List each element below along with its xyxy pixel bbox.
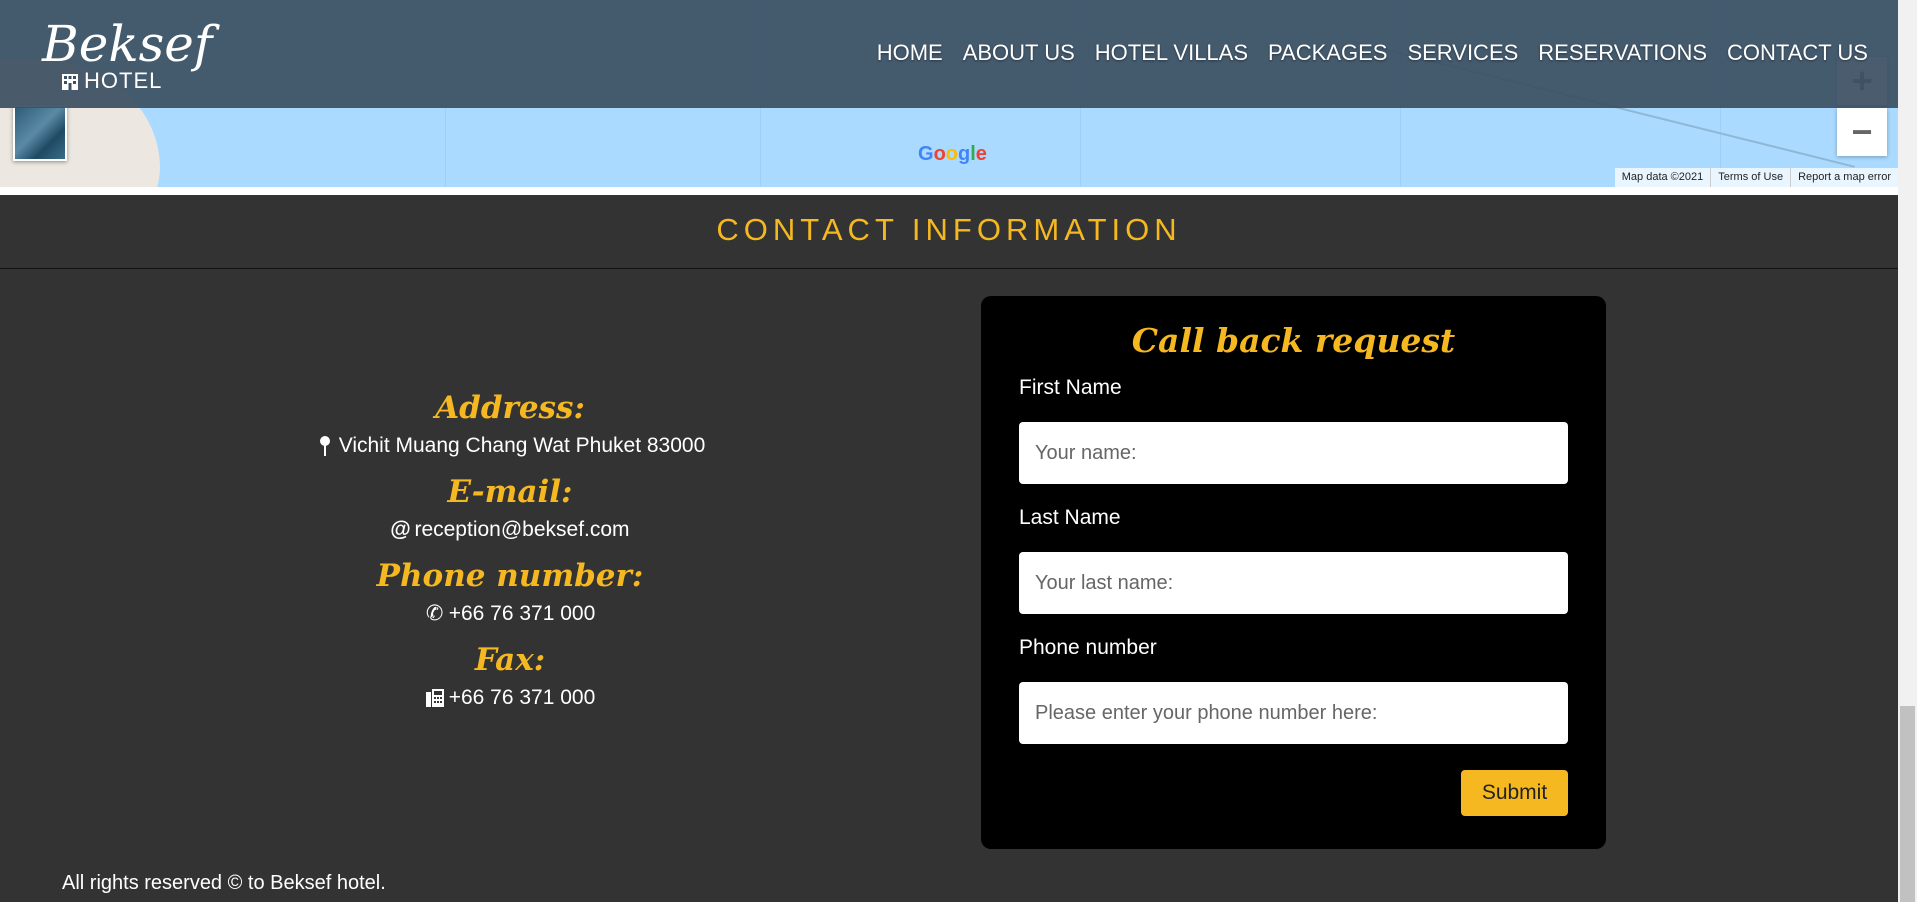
phone-text[interactable]: +66 76 371 000 bbox=[449, 596, 596, 632]
logo-subtitle: HOTEL bbox=[60, 68, 162, 94]
logo-hotel-text: HOTEL bbox=[84, 68, 163, 93]
nav-hotel-villas[interactable]: HOTEL VILLAS bbox=[1095, 40, 1248, 66]
nav-contact-us[interactable]: CONTACT US bbox=[1727, 40, 1868, 66]
nav-reservations[interactable]: RESERVATIONS bbox=[1538, 40, 1707, 66]
address-text: Vichit Muang Chang Wat Phuket 83000 bbox=[338, 434, 706, 457]
address-row: Vichit Muang Chang Wat Phuket 83000 bbox=[210, 428, 810, 464]
scrollbar-thumb[interactable] bbox=[1900, 706, 1915, 902]
submit-button[interactable]: Submit bbox=[1461, 770, 1568, 816]
main-nav: HOME ABOUT US HOTEL VILLAS PACKAGES SERV… bbox=[877, 40, 1868, 66]
phone-icon: ✆ bbox=[425, 602, 444, 625]
footer-copyright: All rights reserved © to Beksef hotel. bbox=[62, 872, 386, 894]
email-row: @ reception@beksef.com bbox=[210, 512, 810, 548]
fax-icon bbox=[425, 689, 444, 707]
satellite-toggle[interactable] bbox=[13, 105, 67, 161]
first-name-label: First Name bbox=[1019, 376, 1122, 399]
title-underline bbox=[0, 268, 1898, 269]
phone-label: Phone number: bbox=[376, 558, 644, 594]
zoom-out-button[interactable]: − bbox=[1837, 108, 1887, 156]
section-divider bbox=[0, 187, 1898, 195]
contact-info: Address: Vichit Muang Chang Wat Phuket 8… bbox=[210, 380, 810, 716]
fax-row: +66 76 371 000 bbox=[210, 680, 810, 716]
map-data-text: Map data ©2021 bbox=[1621, 171, 1704, 183]
at-sign-icon: @ bbox=[390, 518, 411, 541]
nav-home[interactable]: HOME bbox=[877, 40, 943, 66]
form-title: Call back request bbox=[1131, 321, 1456, 360]
callback-form: Call back request First Name Last Name P… bbox=[981, 296, 1606, 849]
hotel-building-icon bbox=[62, 74, 78, 90]
last-name-input[interactable] bbox=[1019, 552, 1568, 614]
map-pin-icon bbox=[319, 436, 330, 456]
google-logo: Google bbox=[918, 143, 987, 165]
site-header: Beksef HOTEL HOME ABOUT US HOTEL VILLAS … bbox=[0, 0, 1898, 108]
phone-number-label: Phone number bbox=[1019, 636, 1157, 659]
contact-section-title: CONTACT INFORMATION bbox=[716, 212, 1182, 247]
hotel-logo[interactable]: Beksef HOTEL bbox=[42, 14, 242, 100]
report-map-error-link[interactable]: Report a map error bbox=[1790, 168, 1898, 187]
last-name-label: Last Name bbox=[1019, 506, 1121, 529]
email-label: E-mail: bbox=[447, 474, 573, 510]
email-text[interactable]: reception@beksef.com bbox=[414, 512, 629, 548]
map-attribution: Map data ©2021 Terms of Use Report a map… bbox=[1614, 168, 1898, 187]
logo-script: Beksef bbox=[42, 15, 213, 73]
address-label: Address: bbox=[435, 390, 585, 426]
nav-services[interactable]: SERVICES bbox=[1407, 40, 1518, 66]
nav-about-us[interactable]: ABOUT US bbox=[963, 40, 1075, 66]
nav-packages[interactable]: PACKAGES bbox=[1268, 40, 1387, 66]
phone-row: ✆ +66 76 371 000 bbox=[210, 596, 810, 632]
phone-number-input[interactable] bbox=[1019, 682, 1568, 744]
fax-label: Fax: bbox=[474, 642, 546, 678]
terms-of-use-link[interactable]: Terms of Use bbox=[1710, 168, 1790, 187]
fax-text: +66 76 371 000 bbox=[448, 686, 596, 709]
page-scrollbar[interactable] bbox=[1898, 0, 1917, 902]
first-name-input[interactable] bbox=[1019, 422, 1568, 484]
